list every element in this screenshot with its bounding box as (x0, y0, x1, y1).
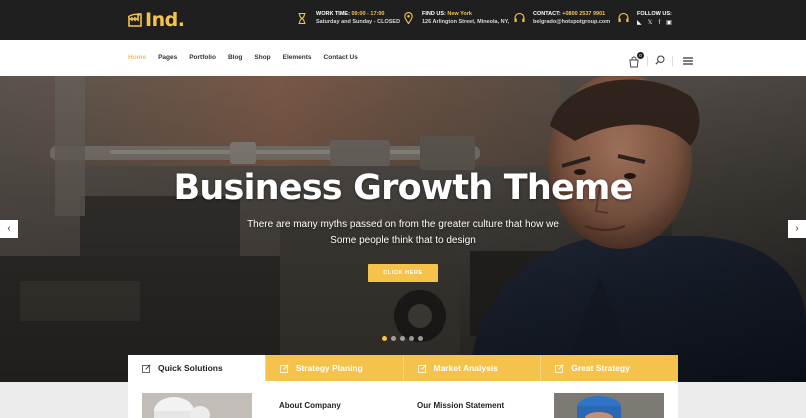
nav-divider (672, 56, 673, 66)
rss-icon[interactable]: ◣ (637, 20, 642, 27)
nav-item-contact-us[interactable]: Contact Us (324, 54, 358, 62)
contact-info: CONTACT: +0800 2537 9901 belgrado@hotspo… (513, 10, 610, 27)
find-us-city: New York (447, 11, 472, 17)
nav-item-blog[interactable]: Blog (228, 54, 242, 62)
hourglass-icon (296, 10, 308, 26)
hero-title: Business Growth Theme (173, 168, 633, 208)
edit-icon (555, 363, 564, 373)
main-nav: Home Pages Portfolio Blog Shop Elements … (0, 40, 806, 76)
nav-actions: 0 (628, 52, 693, 70)
map-pin-icon (402, 10, 414, 26)
slider-dot-1[interactable] (382, 336, 387, 341)
menu-icon[interactable] (683, 52, 693, 70)
edit-icon (279, 363, 289, 373)
nav-item-pages[interactable]: Pages (158, 54, 177, 62)
find-us-label: FIND US: (422, 11, 446, 17)
contact-email[interactable]: belgrado@hotspotgroup.com (533, 18, 610, 27)
search-icon[interactable] (655, 52, 665, 70)
cart-count-badge: 0 (637, 52, 644, 59)
nav-item-elements[interactable]: Elements (283, 54, 312, 62)
tab-label: Great Strategy (571, 363, 630, 373)
work-time-hours: 09:00 - 17:00 (351, 11, 385, 17)
top-bar: Ind. WORK TIME: 09:00 - 17:00 Saturday a… (0, 0, 806, 40)
hero-slider: Business Growth Theme There are many myt… (0, 76, 806, 382)
about-company-heading: About Company (279, 401, 341, 410)
chevron-right-icon: › (795, 223, 799, 234)
slider-dot-3[interactable] (400, 336, 405, 341)
slider-prev-button[interactable]: ‹ (0, 220, 18, 238)
tab-great-strategy[interactable]: Great Strategy (541, 355, 678, 381)
work-time-label: WORK TIME: (316, 11, 350, 17)
social-links: ◣ 𝕏 f ▣ (637, 20, 672, 27)
tab-quick-solutions[interactable]: Quick Solutions (128, 355, 266, 381)
contact-phone[interactable]: +0800 2537 9901 (562, 11, 605, 17)
twitter-icon[interactable]: 𝕏 (648, 20, 653, 27)
nav-item-portfolio[interactable]: Portfolio (189, 54, 216, 62)
facebook-icon[interactable]: f (658, 20, 660, 27)
click-here-button[interactable]: CLICK HERE (368, 264, 438, 282)
nav-menu: Home Pages Portfolio Blog Shop Elements … (128, 54, 358, 62)
slider-dot-2[interactable] (391, 336, 396, 341)
slider-dot-4[interactable] (409, 336, 414, 341)
find-us-address: 126 Arlington Street, Mineola, NY, (422, 19, 510, 25)
slider-dot-5[interactable] (418, 336, 423, 341)
tab-label: Market Analysis (433, 363, 498, 373)
slider-dots (382, 336, 423, 341)
nav-divider (647, 56, 648, 66)
tab-content-panel: About Company Our Mission Statement (128, 381, 678, 418)
hero-subtitle: There are many myths passed on from the … (247, 219, 559, 246)
follow-us-info: FOLLOW US: ◣ 𝕏 f ▣ (617, 10, 672, 27)
feature-tabs: Quick Solutions Strategy Planing Market … (128, 355, 678, 381)
mission-statement-heading: Our Mission Statement (417, 401, 505, 410)
tab-strategy-planing[interactable]: Strategy Planing (265, 355, 404, 381)
headset-icon (617, 10, 629, 26)
mission-image (554, 393, 664, 418)
nav-item-shop[interactable]: Shop (254, 54, 270, 62)
logo-text: Ind (145, 9, 178, 31)
logo-dot: . (177, 9, 185, 31)
cart-button[interactable]: 0 (628, 52, 644, 68)
tab-label: Quick Solutions (158, 363, 223, 373)
edit-icon (142, 363, 151, 373)
tab-label: Strategy Planing (295, 363, 363, 373)
find-us-info: FIND US: New York 126 Arlington Street, … (402, 10, 509, 27)
work-time-info: WORK TIME: 09:00 - 17:00 Saturday and Su… (296, 10, 400, 27)
youtube-icon[interactable]: ▣ (666, 20, 672, 27)
nav-item-home[interactable]: Home (128, 54, 146, 62)
tab-market-analysis[interactable]: Market Analysis (403, 355, 542, 381)
work-time-closed: Saturday and Sunday - CLOSED (316, 19, 401, 25)
follow-us-label: FOLLOW US: (637, 11, 672, 17)
edit-icon (417, 363, 427, 373)
logo[interactable]: Ind. (128, 9, 185, 31)
chevron-left-icon: ‹ (7, 223, 11, 234)
about-company-image (142, 393, 252, 418)
slider-next-button[interactable]: › (788, 220, 806, 238)
factory-icon (128, 13, 143, 27)
contact-label: CONTACT: (533, 11, 561, 17)
headset-icon (513, 10, 525, 26)
